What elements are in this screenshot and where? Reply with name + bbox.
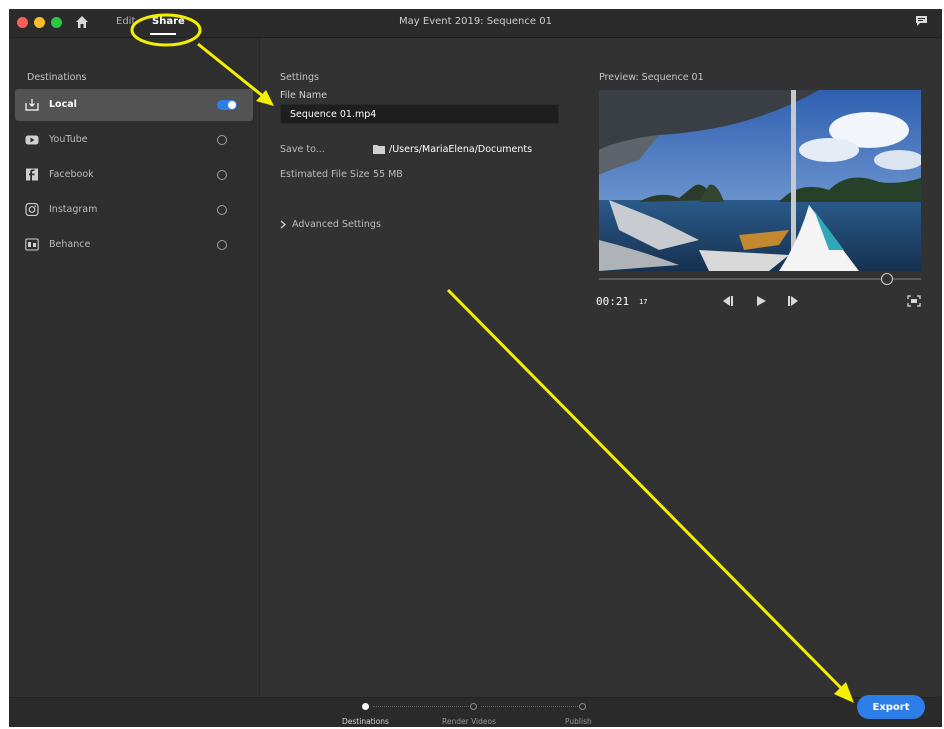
estimated-file-size-value: 55 MB	[373, 169, 403, 180]
local-export-icon	[25, 99, 39, 111]
play-icon[interactable]	[754, 295, 768, 307]
toggle-knob	[217, 135, 227, 145]
destination-local-label: Local	[49, 99, 77, 110]
save-to-label: Save to...	[280, 144, 325, 155]
youtube-icon	[25, 135, 39, 145]
step-back-icon[interactable]	[720, 295, 734, 307]
toggle-knob	[217, 170, 227, 180]
step-connector	[373, 706, 469, 708]
destination-behance-toggle[interactable]	[217, 240, 237, 250]
title-bar: Edit Share May Event 2019: Sequence 01	[9, 9, 942, 38]
folder-icon[interactable]	[373, 144, 385, 154]
step-publish-label: Publish	[565, 717, 592, 726]
destination-behance-label: Behance	[49, 239, 91, 250]
file-name-input[interactable]	[280, 104, 559, 124]
advanced-settings-toggle[interactable]: Advanced Settings	[292, 219, 381, 230]
destination-facebook-label: Facebook	[49, 169, 94, 180]
destination-local-toggle[interactable]	[217, 100, 237, 110]
destination-facebook-toggle[interactable]	[217, 170, 237, 180]
step-render-videos-dot	[470, 703, 477, 710]
destination-youtube-label: YouTube	[49, 134, 88, 145]
destination-youtube-toggle[interactable]	[217, 135, 237, 145]
export-button[interactable]: Export	[857, 695, 925, 719]
instagram-icon	[25, 203, 39, 216]
window-title: May Event 2019: Sequence 01	[399, 16, 552, 27]
destination-local[interactable]: Local	[15, 89, 253, 121]
toggle-knob	[228, 101, 236, 109]
facebook-icon	[26, 168, 38, 181]
toggle-knob	[217, 240, 227, 250]
chevron-right-icon[interactable]	[280, 220, 286, 229]
preview-heading: Preview: Sequence 01	[599, 72, 704, 83]
destination-instagram[interactable]: Instagram	[15, 194, 253, 226]
app-window: Edit Share May Event 2019: Sequence 01 D…	[9, 9, 942, 727]
step-publish-dot	[579, 703, 586, 710]
step-connector	[481, 706, 578, 708]
save-to-path[interactable]: /Users/MariaElena/Documents	[389, 144, 532, 155]
estimated-file-size-label: Estimated File Size	[280, 169, 370, 180]
step-destinations-label: Destinations	[342, 717, 389, 726]
fullscreen-icon[interactable]	[907, 295, 921, 307]
destination-instagram-label: Instagram	[49, 204, 98, 215]
destination-instagram-toggle[interactable]	[217, 205, 237, 215]
file-name-label: File Name	[280, 90, 327, 101]
destinations-heading: Destinations	[27, 72, 87, 83]
timecode: 00:21	[596, 295, 630, 308]
feedback-chat-icon[interactable]	[915, 15, 928, 27]
destination-youtube[interactable]: YouTube	[15, 124, 253, 156]
toggle-knob	[217, 205, 227, 215]
settings-heading: Settings	[280, 72, 319, 83]
timecode-frames: 17	[639, 298, 648, 306]
playback-scrubber[interactable]	[599, 278, 921, 280]
step-render-videos-label: Render Videos	[442, 717, 497, 726]
behance-icon	[25, 238, 39, 251]
step-forward-icon[interactable]	[787, 295, 801, 307]
active-tab-indicator	[150, 33, 176, 35]
workflow-steps-bar: Destinations Render Videos Publish	[9, 697, 942, 727]
video-preview[interactable]	[599, 90, 921, 271]
step-destinations-dot	[362, 703, 369, 710]
destination-facebook[interactable]: Facebook	[15, 159, 253, 191]
destinations-sidebar: Destinations Local YouTube Facebook Inst…	[9, 38, 260, 696]
playhead-handle[interactable]	[880, 273, 893, 285]
destination-behance[interactable]: Behance	[15, 229, 253, 261]
